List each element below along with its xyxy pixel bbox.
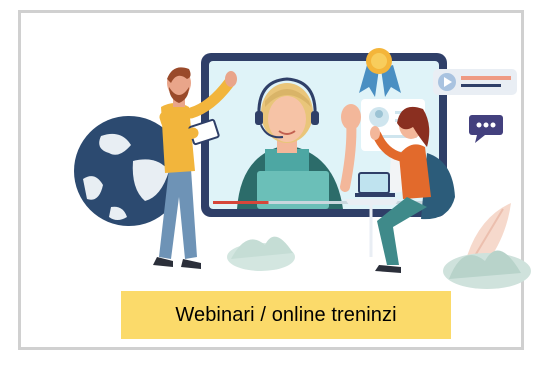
webinar-card: Webinari / online treninzi xyxy=(18,10,531,350)
webinar-illustration xyxy=(74,48,531,289)
chat-bubble-icon xyxy=(469,115,503,143)
video-play-icon xyxy=(433,69,517,95)
background-plant-left xyxy=(227,236,295,271)
desk-laptop-icon xyxy=(355,172,395,197)
background-plant-right xyxy=(443,203,531,289)
caption-text: Webinari / online treninzi xyxy=(175,303,397,326)
video-progress-fill xyxy=(213,201,269,204)
caption-banner: Webinari / online treninzi xyxy=(121,291,451,339)
